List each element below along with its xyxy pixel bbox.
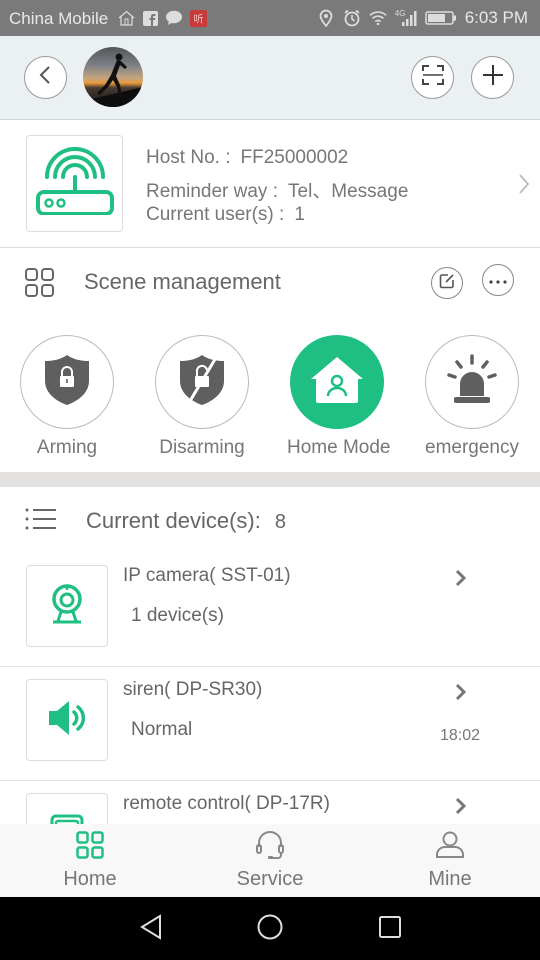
square-recents-icon	[378, 915, 402, 944]
shield-unlock-icon	[179, 354, 225, 411]
circle-home-icon	[257, 914, 283, 945]
more-dots-icon	[489, 271, 507, 289]
tab-label: Mine	[428, 868, 472, 890]
scene-home-mode[interactable]: Home Mode	[287, 335, 391, 459]
battery-icon	[424, 10, 457, 26]
scene-disarming[interactable]: Disarming	[152, 335, 252, 459]
router-icon	[35, 147, 114, 220]
device-row-ip-camera[interactable]: IP camera( SST-01) 1 device(s)	[0, 553, 540, 667]
host-card[interactable]: Host No. : FF25000002 Reminder way : Tel、M…	[0, 121, 540, 248]
carrier-name: China Mobile	[9, 9, 109, 28]
speaker-icon	[47, 698, 87, 743]
chevron-right-icon	[455, 683, 467, 706]
home-icon	[117, 9, 135, 27]
device-row-siren[interactable]: siren( DP-SR30) Normal 18:02	[0, 667, 540, 781]
headset-icon	[256, 830, 284, 865]
app-badge-icon: 听	[189, 9, 207, 27]
device-name: siren( DP-SR30)	[123, 679, 263, 700]
host-number-row: Host No. : FF25000002	[146, 147, 348, 169]
system-icons: 4G 6:03 PM	[317, 8, 528, 28]
list-icon	[25, 507, 57, 536]
host-number-label: Host No. :	[146, 147, 231, 168]
chevron-left-icon	[37, 65, 55, 90]
reminder-value: Tel、Message	[288, 181, 409, 202]
reminder-row: Reminder way : Tel、Message	[146, 176, 408, 203]
system-nav-bar	[0, 897, 540, 960]
host-number-value: FF25000002	[240, 147, 349, 168]
users-value: 1	[294, 204, 305, 225]
device-name: remote control( DP-17R)	[123, 793, 330, 814]
signal-icon: 4G	[395, 9, 417, 27]
scene-emergency-button[interactable]	[425, 335, 519, 429]
alarm-icon	[343, 9, 361, 27]
home-grid-icon	[76, 830, 104, 864]
camera-icon	[50, 583, 84, 629]
alarm-light-icon	[446, 353, 498, 411]
shield-lock-icon	[44, 354, 90, 411]
device-name: IP camera( SST-01)	[123, 565, 291, 586]
devices-title-label: Current device(s):	[86, 508, 261, 533]
nav-home-button[interactable]	[254, 913, 286, 945]
edit-icon	[439, 273, 455, 294]
section-divider	[0, 472, 540, 487]
top-bar	[0, 36, 540, 120]
scene-home-mode-button[interactable]	[290, 335, 384, 429]
users-label: Current user(s) :	[146, 204, 285, 225]
scene-disarming-button[interactable]	[155, 335, 249, 429]
scene-label: Arming	[36, 437, 98, 458]
nav-back-button[interactable]	[135, 913, 167, 945]
tab-label: Home	[63, 868, 117, 890]
runner-silhouette-icon	[83, 53, 143, 107]
facebook-icon	[141, 9, 159, 27]
chat-bubble-icon	[165, 9, 183, 27]
more-options-button[interactable]	[482, 264, 514, 296]
device-status: Normal	[131, 719, 193, 740]
notification-icons: 听	[117, 9, 207, 27]
scene-label: Disarming	[159, 437, 245, 458]
bottom-tab-bar: Home Service Mine	[0, 824, 540, 897]
svg-text:听: 听	[193, 13, 203, 25]
status-bar: China Mobile 听 4G 6:03 PM	[0, 0, 540, 36]
scene-emergency[interactable]: emergency	[422, 335, 522, 459]
device-last-update: 18:02	[440, 727, 481, 744]
scene-label: Home Mode	[287, 437, 391, 458]
host-icon-box	[26, 135, 123, 232]
grid-icon	[25, 268, 55, 303]
plus-icon	[482, 64, 504, 91]
edit-scene-button[interactable]	[431, 267, 463, 299]
network-type: 4G	[394, 9, 406, 18]
home-person-icon	[309, 355, 365, 410]
scene-arming[interactable]: Arming	[17, 335, 117, 459]
users-row: Current user(s) : 1	[146, 204, 305, 226]
tab-label: Service	[236, 868, 304, 890]
chevron-right-icon	[518, 173, 530, 200]
chevron-right-icon	[455, 569, 467, 592]
location-icon	[317, 9, 335, 27]
nav-recents-button[interactable]	[374, 913, 406, 945]
triangle-back-icon	[139, 913, 163, 945]
scene-arming-button[interactable]	[20, 335, 114, 429]
scene-management-title: Scene management	[84, 269, 281, 294]
tab-home[interactable]: Home	[30, 824, 150, 897]
reminder-label: Reminder way :	[146, 181, 278, 202]
tab-service[interactable]: Service	[210, 824, 330, 897]
person-icon	[435, 831, 465, 864]
back-button[interactable]	[24, 56, 67, 99]
wifi-icon	[369, 9, 387, 27]
scene-management-header: Scene management	[0, 249, 540, 315]
clock: 6:03 PM	[464, 8, 528, 27]
scan-icon	[421, 65, 444, 90]
devices-title: Current device(s): 8	[86, 508, 286, 534]
device-status: 1 device(s)	[131, 605, 224, 626]
add-button[interactable]	[471, 56, 514, 99]
tab-mine[interactable]: Mine	[390, 824, 510, 897]
device-icon-box	[26, 679, 108, 761]
device-icon-box	[26, 565, 108, 647]
chevron-right-icon	[455, 797, 467, 820]
devices-count: 8	[274, 511, 286, 533]
devices-header: Current device(s): 8	[0, 487, 540, 553]
avatar[interactable]	[83, 47, 143, 107]
scan-button[interactable]	[411, 56, 454, 99]
scene-label: emergency	[425, 437, 519, 458]
